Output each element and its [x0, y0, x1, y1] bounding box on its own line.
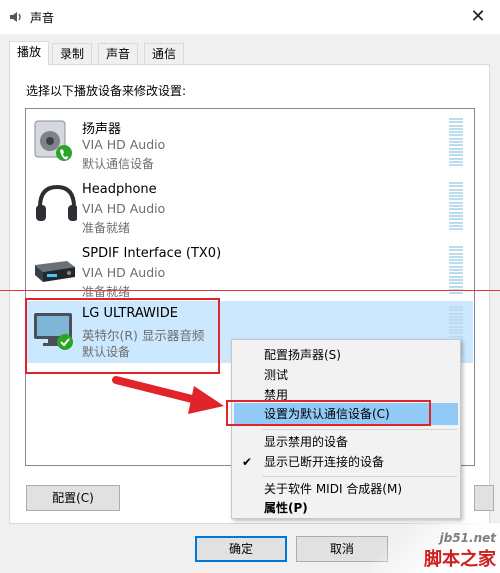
tab-sounds[interactable]: 声音 [98, 43, 139, 65]
meter-bar [449, 208, 463, 211]
context-menu: 配置扬声器(S) 测试 禁用 设置为默认通信设备(C) 显示禁用的设备 ✔ 显示… [231, 339, 461, 519]
watermark-url: jb51.net [439, 531, 496, 545]
meter-bar [449, 185, 463, 188]
tab-playback[interactable]: 播放 [9, 41, 50, 65]
meter-bar [449, 325, 463, 328]
speaker-icon [10, 12, 21, 22]
volume-meter [449, 118, 463, 170]
meter-bar [449, 329, 463, 332]
meter-bar [449, 224, 463, 227]
menu-item-label: 显示已断开连接的设备 [264, 455, 385, 469]
device-item-spdif[interactable]: SPDIF Interface (TX0) VIA HD Audio 准备就绪 [27, 241, 473, 303]
instruction-text: 选择以下播放设备来修改设置: [26, 84, 187, 98]
window-title: 声音 [30, 11, 55, 25]
volume-meter [449, 182, 463, 234]
meter-bar [449, 134, 463, 137]
meter-bar [449, 182, 463, 184]
meter-bar [449, 332, 463, 335]
menu-separator [262, 429, 457, 430]
meter-bar [449, 141, 463, 144]
meter-bar [449, 150, 463, 153]
meter-bar [449, 272, 463, 275]
ok-button[interactable]: 确定 [195, 536, 287, 562]
device-driver: VIA HD Audio [82, 137, 166, 152]
device-name: Headphone [82, 182, 157, 197]
meter-bar [449, 127, 463, 130]
meter-bar [449, 195, 463, 198]
meter-bar [449, 262, 463, 265]
title-bar: 声音 ✕ [0, 0, 500, 34]
meter-bar [449, 205, 463, 208]
meter-bar [449, 164, 463, 167]
device-item-headphone[interactable]: Headphone VIA HD Audio 准备就绪 [27, 177, 473, 239]
spdif-device-icon [35, 261, 75, 282]
meter-bar [449, 221, 463, 224]
meter-bar [449, 275, 463, 278]
meter-bar [449, 191, 463, 194]
checkmark-icon: ✔ [242, 455, 253, 469]
meter-bar [449, 154, 463, 157]
device-item-speaker[interactable]: 扬声器 VIA HD Audio 默认通信设备 [27, 113, 473, 175]
meter-bar [449, 312, 463, 315]
meter-bar [449, 249, 463, 252]
meter-bar [449, 188, 463, 191]
meter-bar [449, 160, 463, 163]
close-button[interactable]: ✕ [466, 5, 490, 29]
meter-bar [449, 265, 463, 268]
meter-bar [449, 278, 463, 281]
menu-item-show-disconnected[interactable]: ✔ 显示已断开连接的设备 [234, 451, 458, 473]
meter-bar [449, 131, 463, 134]
speaker-icon [34, 120, 72, 161]
meter-bar [449, 309, 463, 312]
meter-bar [449, 269, 463, 272]
meter-bar [449, 252, 463, 255]
meter-bar [449, 218, 463, 221]
device-name: 扬声器 [82, 122, 122, 137]
meter-bar [449, 322, 463, 325]
annotation-divider-line [0, 290, 500, 291]
meter-bar [449, 137, 463, 140]
meter-bar [449, 118, 463, 120]
device-status: 默认通信设备 [82, 157, 155, 171]
meter-bar [449, 198, 463, 201]
menu-separator [262, 476, 457, 477]
meter-bar [449, 255, 463, 258]
meter-bar [449, 157, 463, 160]
meter-bar [449, 335, 463, 338]
device-name: SPDIF Interface (TX0) [82, 246, 222, 261]
menu-item-test[interactable]: 测试 [234, 364, 458, 386]
menu-item-configure-speakers[interactable]: 配置扬声器(S) [234, 344, 458, 366]
watermark-name: 脚本之家 [424, 549, 496, 570]
menu-item-properties[interactable]: 属性(P) [234, 497, 458, 519]
meter-bar [449, 201, 463, 204]
meter-bar [449, 214, 463, 217]
watermark: jb51.net 脚本之家 [424, 531, 496, 571]
meter-bar [449, 124, 463, 127]
headphone-icon [36, 184, 77, 221]
meter-bar [449, 292, 463, 295]
annotation-box-menu-item [226, 400, 431, 426]
meter-bar [449, 319, 463, 322]
meter-bar [449, 211, 463, 214]
meter-bar [449, 144, 463, 147]
annotation-arrow-icon [112, 376, 224, 414]
device-driver: VIA HD Audio [82, 265, 166, 280]
meter-bar [449, 246, 463, 248]
meter-bar [449, 259, 463, 262]
annotation-box-device [25, 298, 220, 374]
properties-button[interactable] [474, 485, 494, 511]
meter-bar [449, 285, 463, 288]
meter-bar [449, 306, 463, 308]
tab-recording[interactable]: 录制 [52, 43, 93, 65]
meter-bar [449, 282, 463, 285]
configure-button[interactable]: 配置(C) [26, 485, 120, 511]
device-status: 准备就绪 [82, 221, 131, 235]
meter-bar [449, 228, 463, 231]
meter-bar [449, 315, 463, 318]
meter-bar [449, 121, 463, 124]
menu-item-show-disabled[interactable]: 显示禁用的设备 [234, 431, 458, 453]
meter-bar [449, 147, 463, 150]
device-driver: VIA HD Audio [82, 201, 166, 216]
tab-communications[interactable]: 通信 [144, 43, 185, 65]
